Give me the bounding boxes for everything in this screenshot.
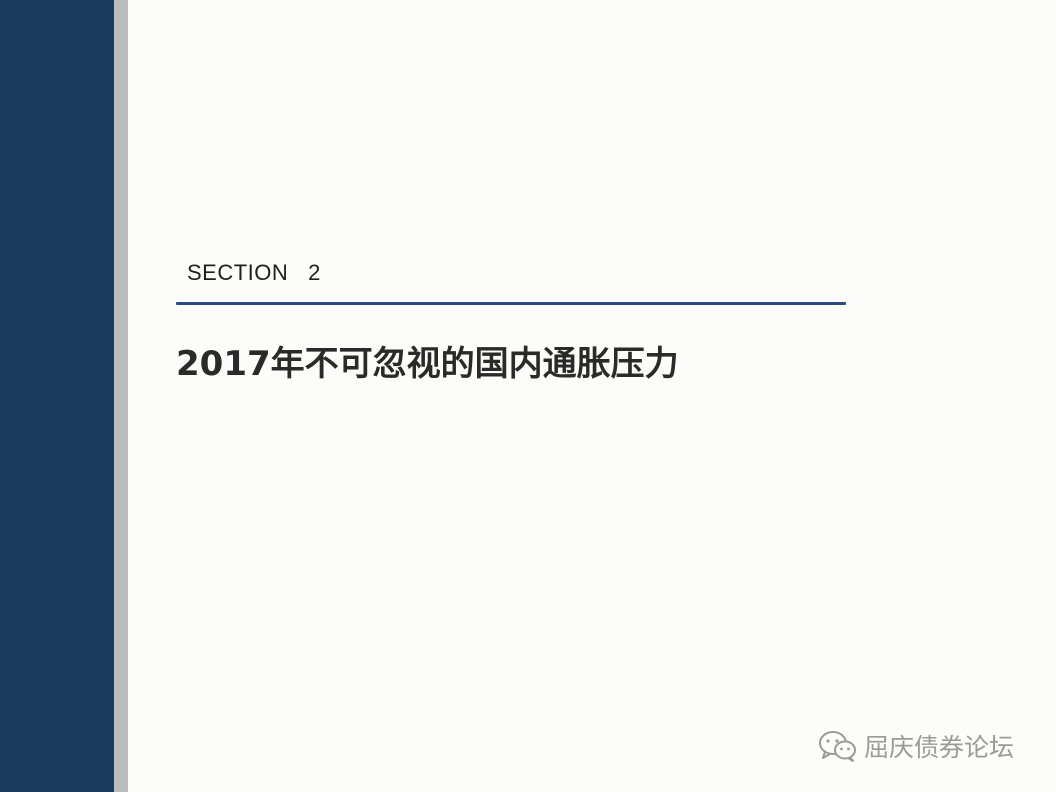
watermark-text: 屈庆债券论坛 — [864, 733, 1015, 762]
divider-line — [176, 302, 846, 305]
watermark: 屈庆债券论坛 — [818, 728, 1014, 764]
side-band — [0, 0, 114, 792]
slide: SECTION 2 2017年不可忽视的国内通胀压力 屈庆债券论坛 — [0, 0, 1056, 792]
side-stripe — [114, 0, 128, 792]
wechat-icon — [818, 729, 858, 763]
section-title: 2017年不可忽视的国内通胀压力 — [176, 344, 679, 384]
section-label: SECTION 2 — [187, 260, 321, 285]
